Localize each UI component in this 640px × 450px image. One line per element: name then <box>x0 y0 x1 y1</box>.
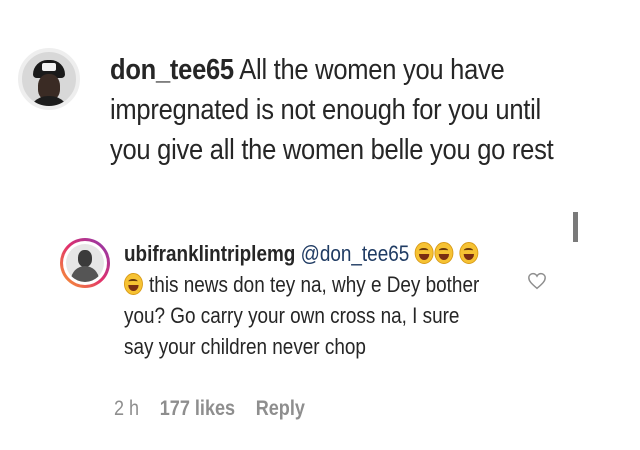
reply-comment: ubifranklintriplemg @don_tee65 this news… <box>60 238 540 362</box>
face-with-tears-of-joy-icon <box>434 242 454 264</box>
face-with-tears-of-joy-icon <box>414 242 434 264</box>
top-comment-avatar[interactable] <box>18 48 80 110</box>
reply-mention[interactable]: @don_tee65 <box>301 241 410 266</box>
reply-avatar[interactable] <box>60 238 110 288</box>
reply-button[interactable]: Reply <box>256 397 305 421</box>
reply-text: ubifranklintriplemg @don_tee65 this news… <box>124 238 482 362</box>
scrollbar[interactable] <box>573 212 578 242</box>
shirt-icon <box>28 96 70 106</box>
face-with-tears-of-joy-icon <box>459 242 479 264</box>
reply-body: this news don tey na, why e Dey bother y… <box>124 272 480 359</box>
reply-avatar-photo <box>66 244 104 282</box>
top-comment-text: don_tee65 All the women you have impregn… <box>110 50 557 170</box>
reply-meta: 2 h 177 likes Reply <box>114 397 305 421</box>
person-body-icon <box>71 266 99 282</box>
reply-timestamp: 2 h <box>114 397 140 420</box>
cap-logo-icon <box>42 63 56 71</box>
person-head-icon <box>78 250 92 267</box>
top-comment: don_tee65 All the women you have impregn… <box>18 48 618 170</box>
top-comment-username[interactable]: don_tee65 <box>110 54 234 86</box>
face-with-tears-of-joy-icon <box>124 273 143 295</box>
reply-likes-count[interactable]: 177 likes <box>160 397 235 421</box>
reply-username[interactable]: ubifranklintriplemg <box>124 241 295 266</box>
heart-outline-icon[interactable] <box>527 272 547 290</box>
